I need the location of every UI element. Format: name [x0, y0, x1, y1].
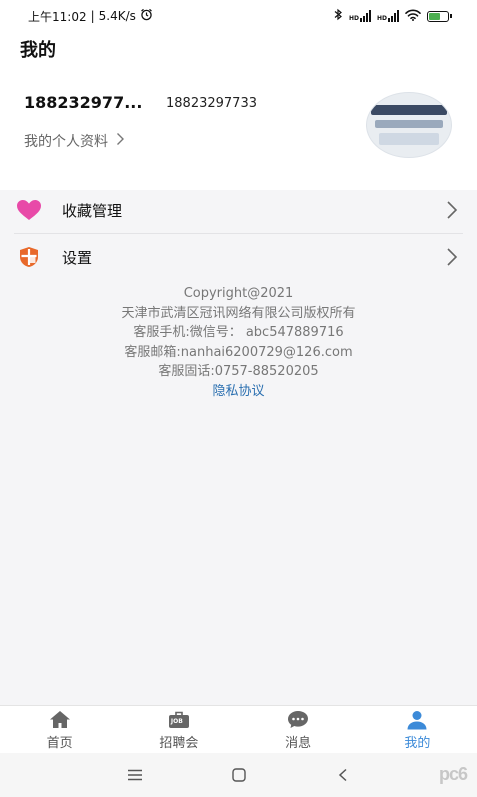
profile-header: 我的 188232977... 18823297733 我的个人资料 [0, 32, 477, 190]
job-icon: JOB [167, 710, 191, 730]
signal-hd-label: HD [376, 15, 387, 22]
footer-info: Copyright@2021 天津市武清区冠讯网络有限公司版权所有 客服手机:微… [0, 284, 477, 401]
tab-home[interactable]: 首页 [0, 706, 119, 754]
user-icon [405, 710, 429, 730]
status-left: 上午11:02 | 5.4K/s [28, 8, 153, 25]
signal-hd-icon: HD [377, 10, 399, 22]
privacy-link[interactable]: 隐私协议 [0, 382, 477, 402]
signal-hd-icon: HD [349, 10, 371, 22]
service-email-text: 客服邮箱:nanhai6200729@126.com [124, 344, 353, 360]
profile-link-label: 我的个人资料 [24, 134, 108, 150]
status-speed: 5.4K/s [98, 9, 136, 23]
menu-item-label: 收藏管理 [62, 201, 123, 220]
company-text: 天津市武清区冠讯网络有限公司版权所有 [121, 305, 356, 321]
system-nav-bar [0, 753, 477, 797]
profile-link[interactable]: 我的个人资料 [24, 131, 125, 151]
tab-mine[interactable]: 我的 [358, 706, 477, 754]
shield-icon [14, 245, 44, 269]
chevron-right-icon [441, 199, 463, 221]
tab-messages[interactable]: 消息 [239, 706, 358, 754]
menu-item-favorites[interactable]: 收藏管理 [14, 187, 463, 234]
job-badge: JOB [170, 717, 183, 725]
signal-hd-label: HD [348, 15, 359, 22]
message-icon [286, 710, 310, 730]
tab-label: 首页 [46, 735, 73, 751]
status-bar: 上午11:02 | 5.4K/s HD HD [0, 0, 477, 32]
chevron-right-icon [116, 132, 125, 150]
home-square-icon[interactable] [227, 763, 251, 787]
tab-job-fair[interactable]: JOB 招聘会 [119, 706, 238, 754]
bluetooth-icon [334, 8, 343, 24]
status-separator: | [90, 9, 95, 23]
tab-label: 招聘会 [159, 735, 199, 751]
watermark-logo: pc6 [438, 764, 468, 784]
alarm-icon [140, 8, 153, 24]
user-name: 188232977... [24, 93, 143, 112]
home-icon [48, 710, 72, 730]
avatar[interactable] [366, 92, 452, 158]
page-title: 我的 [20, 40, 56, 61]
tab-bar: 首页 JOB 招聘会 消息 我的 [0, 705, 477, 754]
service-tel-text: 客服固话:0757-88520205 [158, 364, 319, 379]
copyright-text: Copyright@2021 [183, 286, 294, 301]
status-right: HD HD [334, 8, 452, 24]
service-phone-text: 客服手机:微信号： abc547889716 [133, 325, 344, 340]
status-time: 上午11:02 [28, 9, 87, 24]
menu-list: 收藏管理 设置 [0, 187, 477, 280]
menu-item-settings[interactable]: 设置 [14, 234, 463, 280]
battery-icon [427, 10, 452, 22]
tab-label: 消息 [285, 735, 312, 751]
heart-icon [14, 198, 44, 222]
tab-label: 我的 [404, 735, 431, 751]
back-icon[interactable] [331, 763, 355, 787]
menu-icon[interactable] [123, 763, 147, 787]
user-phone: 18823297733 [166, 96, 257, 111]
wifi-icon [405, 9, 421, 24]
chevron-right-icon [441, 246, 463, 268]
menu-item-label: 设置 [62, 248, 93, 267]
